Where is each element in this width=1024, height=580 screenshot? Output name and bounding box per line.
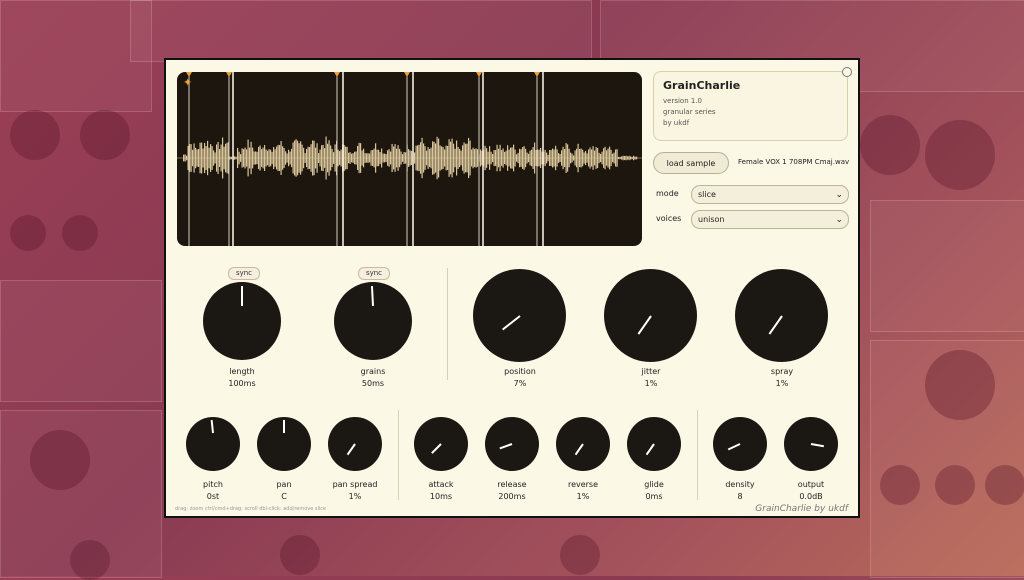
- sample-filename: Female VOX 1 708PM Cmaj.wav: [738, 158, 850, 166]
- ghost-knob: [70, 540, 110, 580]
- reverse-knob[interactable]: [556, 417, 610, 471]
- grains-knob[interactable]: [334, 282, 412, 360]
- length-knob[interactable]: [203, 282, 281, 360]
- knob-indicator: [645, 443, 655, 456]
- info-box: GrainCharlie version 1.0 granular series…: [653, 67, 852, 141]
- density-knob[interactable]: [713, 417, 767, 471]
- position-value: 7%: [513, 379, 527, 388]
- knob-indicator: [370, 285, 374, 307]
- spray-label: spray: [770, 367, 794, 376]
- version-text: version 1.0: [663, 97, 702, 105]
- length-label: length: [229, 367, 255, 376]
- plugin-title: GrainCharlie: [663, 79, 741, 92]
- output-knob[interactable]: [784, 417, 838, 471]
- ghost-knob: [10, 215, 46, 251]
- knob-indicator: [431, 443, 442, 454]
- grains-value: 50ms: [361, 379, 385, 388]
- plugin-window: ✦ GrainCharlie version 1.0 granular seri…: [164, 58, 860, 518]
- ghost-knob: [62, 215, 98, 251]
- ghost-knob: [560, 535, 600, 575]
- divider: [447, 268, 448, 380]
- chevron-down-icon: ⌄: [835, 215, 843, 225]
- knob-indicator: [768, 314, 783, 335]
- chevron-down-icon: ⌄: [835, 190, 843, 200]
- waveform-svg: [177, 72, 642, 246]
- ghost-panel: [0, 280, 162, 402]
- voices-label: voices: [656, 214, 682, 223]
- position-label: position: [504, 367, 536, 376]
- series-text: granular series: [663, 108, 716, 116]
- pan-knob[interactable]: [257, 417, 311, 471]
- position-knob[interactable]: [473, 269, 566, 362]
- ghost-knob: [925, 120, 995, 190]
- ghost-panel: [130, 0, 592, 62]
- resize-handle[interactable]: [842, 67, 852, 77]
- slice-marker-handle[interactable]: [534, 72, 540, 77]
- pan-spread-value: 1%: [348, 492, 362, 501]
- knob-indicator: [574, 443, 584, 456]
- ghost-knob: [985, 465, 1024, 505]
- knob-indicator: [346, 443, 356, 456]
- signature: GrainCharlie by ukdf: [755, 504, 848, 514]
- voices-select[interactable]: unison ⌄: [691, 210, 849, 229]
- pitch-knob[interactable]: [186, 417, 240, 471]
- jitter-label: jitter: [641, 367, 661, 376]
- ghost-knob: [10, 110, 60, 160]
- knob-indicator: [241, 286, 243, 306]
- release-knob[interactable]: [485, 417, 539, 471]
- slice-marker-handle[interactable]: [404, 72, 410, 77]
- length-sync-button[interactable]: sync: [228, 267, 260, 280]
- usage-hint: drag: zoom ctrl/cmd+drag: scroll dbl-cli…: [175, 506, 327, 512]
- spray-knob[interactable]: [735, 269, 828, 362]
- ghost-knob: [925, 350, 995, 420]
- ghost-knob: [860, 115, 920, 175]
- knob-indicator: [283, 420, 285, 433]
- load-sample-button[interactable]: load sample: [653, 152, 729, 174]
- author-text: by ukdf: [663, 119, 690, 127]
- knob-indicator: [501, 314, 521, 330]
- ghost-knob: [30, 430, 90, 490]
- spray-value: 1%: [775, 379, 789, 388]
- glide-label: glide: [644, 480, 664, 489]
- slice-marker-handle[interactable]: [334, 72, 340, 77]
- knob-indicator: [499, 443, 513, 450]
- star-icon: ✦: [183, 76, 193, 89]
- glide-value: 0ms: [645, 492, 663, 501]
- pan-spread-label: pan spread: [332, 480, 378, 489]
- mode-value: slice: [698, 190, 716, 199]
- ghost-knob: [280, 535, 320, 575]
- mode-select[interactable]: slice ⌄: [691, 185, 849, 204]
- ghost-knob: [880, 465, 920, 505]
- length-value: 100ms: [228, 379, 256, 388]
- attack-knob[interactable]: [414, 417, 468, 471]
- slice-marker-handle[interactable]: [476, 72, 482, 77]
- jitter-knob[interactable]: [604, 269, 697, 362]
- knob-indicator: [637, 314, 652, 335]
- output-label: output: [797, 480, 825, 489]
- grains-sync-button[interactable]: sync: [358, 267, 390, 280]
- slice-marker-handle[interactable]: [226, 72, 232, 77]
- pan-spread-knob[interactable]: [328, 417, 382, 471]
- knob-indicator: [727, 443, 741, 451]
- mode-label: mode: [656, 189, 679, 198]
- knob-indicator: [810, 443, 824, 448]
- jitter-value: 1%: [644, 379, 658, 388]
- output-value: 0.0dB: [799, 492, 823, 501]
- ghost-knob: [935, 465, 975, 505]
- ghost-panel: [870, 200, 1024, 332]
- waveform-display[interactable]: ✦: [177, 72, 642, 246]
- voices-value: unison: [698, 215, 725, 224]
- glide-knob[interactable]: [627, 417, 681, 471]
- ghost-knob: [80, 110, 130, 160]
- knob-indicator: [210, 419, 214, 434]
- grains-label: grains: [360, 367, 386, 376]
